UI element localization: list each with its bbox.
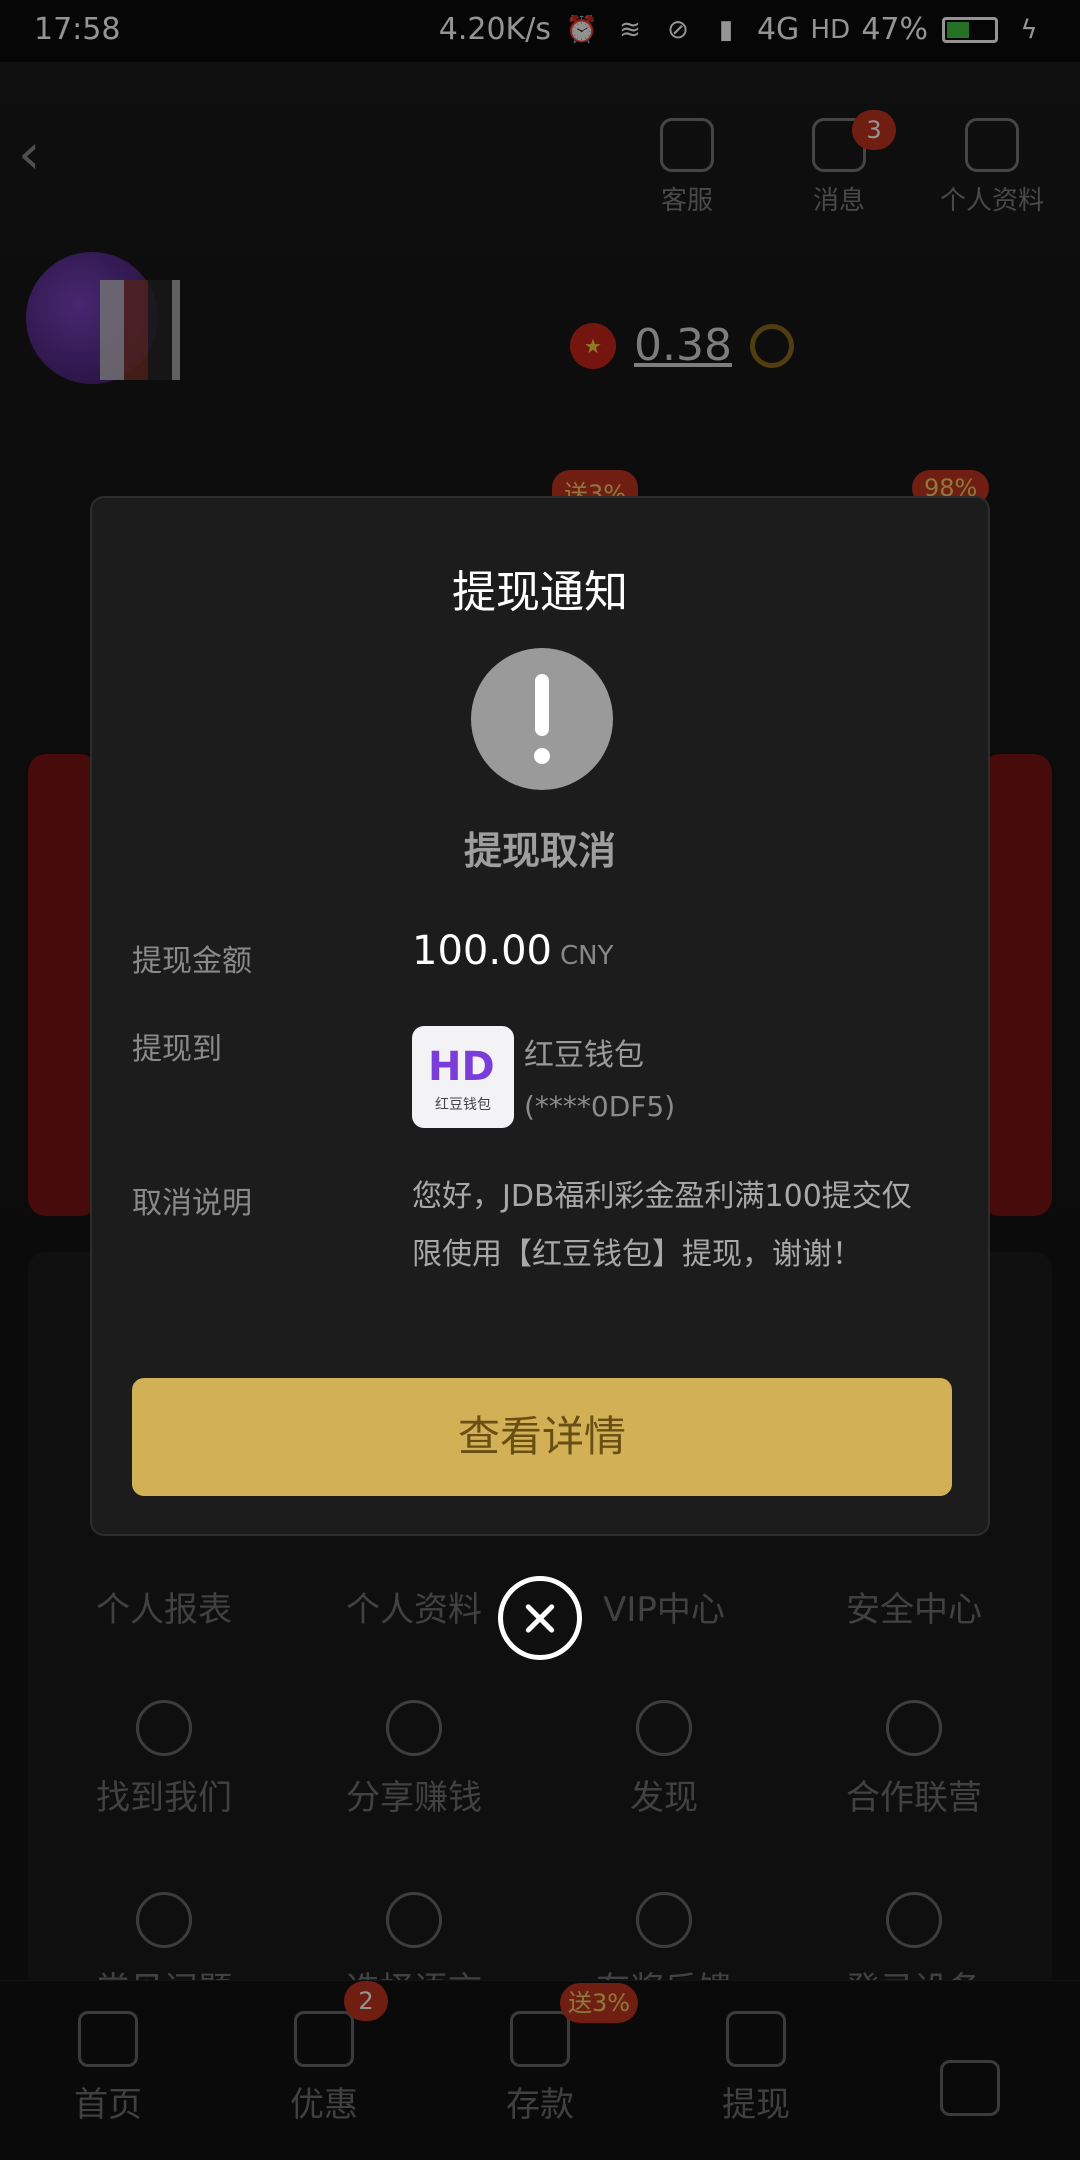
wallet-logo-mark: HD: [428, 1044, 495, 1090]
dialog-title: 提现通知: [452, 567, 628, 618]
dialog-status: 提现取消: [463, 829, 616, 873]
destination-label: 提现到: [132, 1032, 222, 1067]
wallet-name: 红豆钱包: [524, 1038, 644, 1073]
amount-value: 100.00: [412, 928, 552, 974]
cancel-reason-text: 您好，JDB福利彩金盈利满100提交仅限使用【红豆钱包】提现，谢谢！: [412, 1179, 912, 1272]
wallet-account: (****0DF5): [524, 1090, 676, 1123]
amount-label: 提现金额: [132, 944, 252, 979]
exclamation-icon: [471, 648, 613, 790]
currency-code: CNY: [559, 941, 614, 971]
view-details-button[interactable]: 查看详情: [132, 1378, 952, 1496]
wallet-logo-caption: 红豆钱包: [435, 1097, 491, 1113]
withdraw-notice-dialog: 提现通知 提现取消 提现金额 100.00 CNY 提现到 HD 红豆钱包 红豆钱…: [90, 496, 990, 1536]
withdraw-amount: 100.00 CNY: [412, 928, 613, 974]
cancel-reason-label: 取消说明: [132, 1186, 252, 1221]
wallet-logo: HD 红豆钱包: [412, 1026, 514, 1128]
close-icon[interactable]: [498, 1576, 582, 1660]
